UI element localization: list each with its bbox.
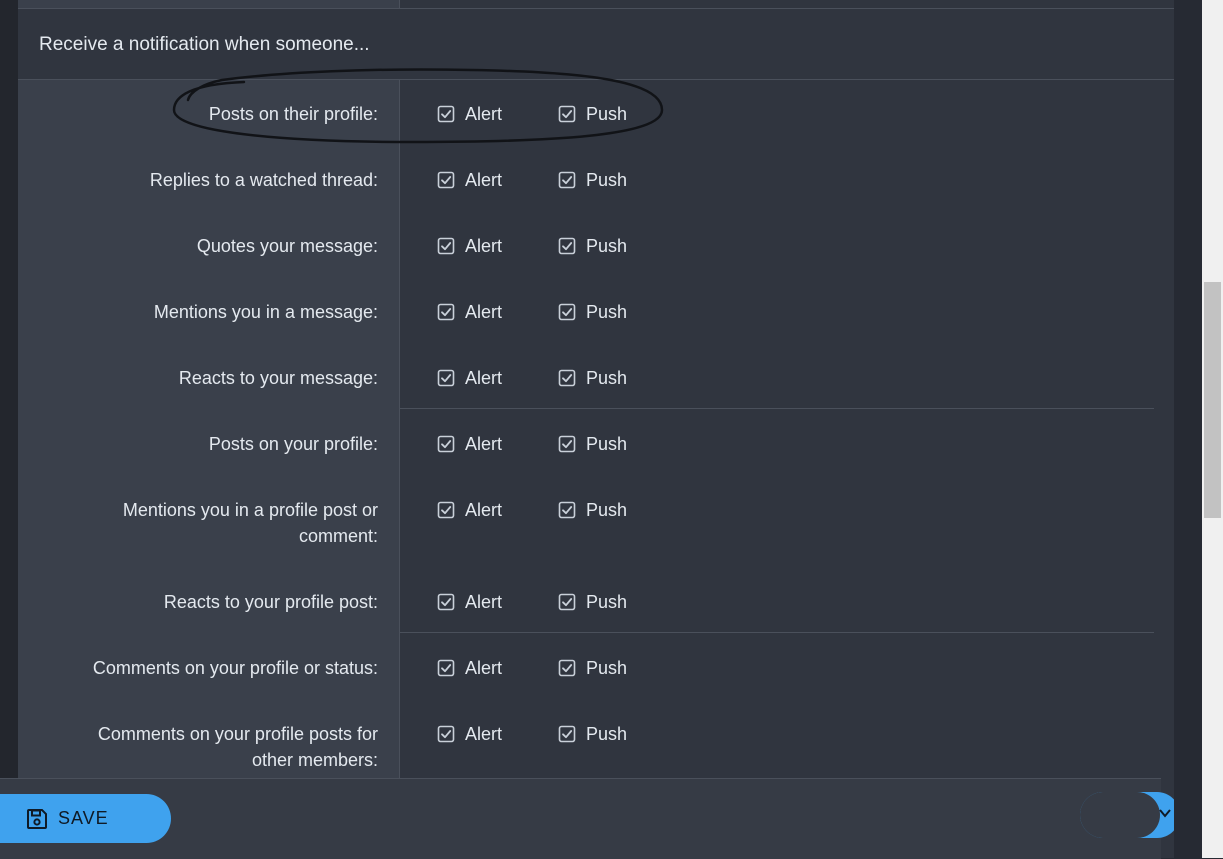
chevron-down-icon: [1159, 809, 1171, 818]
checked-box-icon[interactable]: [437, 369, 455, 387]
row-label-mentions-you-in-message: Mentions you in a message:: [153, 302, 378, 322]
push-label: Push: [586, 433, 628, 454]
push-label: Push: [586, 367, 628, 388]
push-checkbox[interactable]: Push: [558, 299, 627, 325]
push-label: Push: [586, 235, 628, 256]
checked-box-icon[interactable]: [437, 659, 455, 677]
page-background-strip: [1174, 0, 1202, 858]
push-label: Push: [586, 301, 628, 322]
checked-box-icon[interactable]: [437, 593, 455, 611]
section-header: Receive a notification when someone...: [18, 9, 1174, 80]
checked-box-icon[interactable]: [558, 725, 576, 743]
push-checkbox[interactable]: Push: [558, 101, 627, 127]
checked-box-icon[interactable]: [558, 593, 576, 611]
push-checkbox[interactable]: Push: [558, 589, 627, 615]
push-label: Push: [586, 591, 628, 612]
row-label-comments-on-profile-or-status: Comments on your profile or status:: [92, 658, 378, 678]
group-divider: [400, 408, 1154, 409]
row-label-mentions-in-profile-post: Mentions you in a profile post or commen…: [122, 500, 378, 546]
push-checkbox[interactable]: Push: [558, 365, 627, 391]
checked-box-icon[interactable]: [558, 105, 576, 123]
alert-label: Alert: [465, 301, 503, 322]
alert-checkbox[interactable]: Alert: [437, 101, 502, 127]
row-label-posts-on-their-profile: Posts on their profile:: [208, 104, 378, 124]
page-gutter: [0, 0, 18, 858]
checked-box-icon[interactable]: [437, 105, 455, 123]
alert-label: Alert: [465, 723, 503, 744]
checked-box-icon[interactable]: [558, 369, 576, 387]
checked-box-icon[interactable]: [558, 501, 576, 519]
alert-label: Alert: [465, 499, 503, 520]
alert-checkbox[interactable]: Alert: [437, 497, 502, 523]
checked-box-icon[interactable]: [558, 435, 576, 453]
alert-checkbox[interactable]: Alert: [437, 589, 502, 615]
push-checkbox[interactable]: Push: [558, 167, 627, 193]
alert-label: Alert: [465, 235, 503, 256]
checked-box-icon[interactable]: [437, 501, 455, 519]
checked-box-icon[interactable]: [558, 237, 576, 255]
push-label: Push: [586, 103, 628, 124]
form-footer-bar: [0, 778, 1161, 859]
alert-checkbox[interactable]: Alert: [437, 655, 502, 681]
row-label-comments-on-profile-posts-for-others: Comments on your profile posts for other…: [97, 724, 378, 770]
row-label-replies-to-watched-thread: Replies to a watched thread:: [149, 170, 378, 190]
checked-box-icon[interactable]: [437, 303, 455, 321]
alert-checkbox[interactable]: Alert: [437, 167, 502, 193]
alert-checkbox[interactable]: Alert: [437, 365, 502, 391]
checked-box-icon[interactable]: [558, 303, 576, 321]
row-label-posts-on-your-profile: Posts on your profile:: [208, 434, 378, 454]
checked-box-icon[interactable]: [558, 659, 576, 677]
push-label: Push: [586, 657, 628, 678]
alert-checkbox[interactable]: Alert: [437, 431, 502, 457]
alert-checkbox[interactable]: Alert: [437, 721, 502, 747]
save-button[interactable]: SAVE: [0, 794, 171, 843]
checked-box-icon[interactable]: [558, 171, 576, 189]
row-label-reacts-to-profile-post: Reacts to your profile post:: [163, 592, 378, 612]
push-checkbox[interactable]: Push: [558, 431, 627, 457]
push-checkbox[interactable]: Push: [558, 655, 627, 681]
push-checkbox[interactable]: Push: [558, 233, 627, 259]
floppy-disk-icon: [27, 808, 47, 829]
checked-box-icon[interactable]: [437, 435, 455, 453]
push-checkbox[interactable]: Push: [558, 721, 627, 747]
alert-checkbox[interactable]: Alert: [437, 299, 502, 325]
floating-action-button[interactable]: [1080, 792, 1180, 838]
alert-label: Alert: [465, 591, 503, 612]
push-label: Push: [586, 169, 628, 190]
push-label: Push: [586, 499, 628, 520]
row-label-reacts-to-your-message: Reacts to your message:: [178, 368, 378, 388]
previous-row-edge: [18, 0, 1174, 9]
row-label-quotes-your-message: Quotes your message:: [196, 236, 378, 256]
checked-box-icon[interactable]: [437, 171, 455, 189]
push-checkbox[interactable]: Push: [558, 497, 627, 523]
save-button-label: SAVE: [58, 808, 109, 828]
alert-label: Alert: [465, 367, 503, 388]
group-divider: [400, 632, 1154, 633]
scrollbar-thumb[interactable]: [1204, 282, 1221, 518]
alert-checkbox[interactable]: Alert: [437, 233, 502, 259]
push-label: Push: [586, 723, 628, 744]
checked-box-icon[interactable]: [437, 237, 455, 255]
alert-label: Alert: [465, 657, 503, 678]
alert-label: Alert: [465, 433, 503, 454]
alert-label: Alert: [465, 103, 503, 124]
section-title: Receive a notification when someone...: [39, 34, 370, 55]
checked-box-icon[interactable]: [437, 725, 455, 743]
alert-label: Alert: [465, 169, 503, 190]
